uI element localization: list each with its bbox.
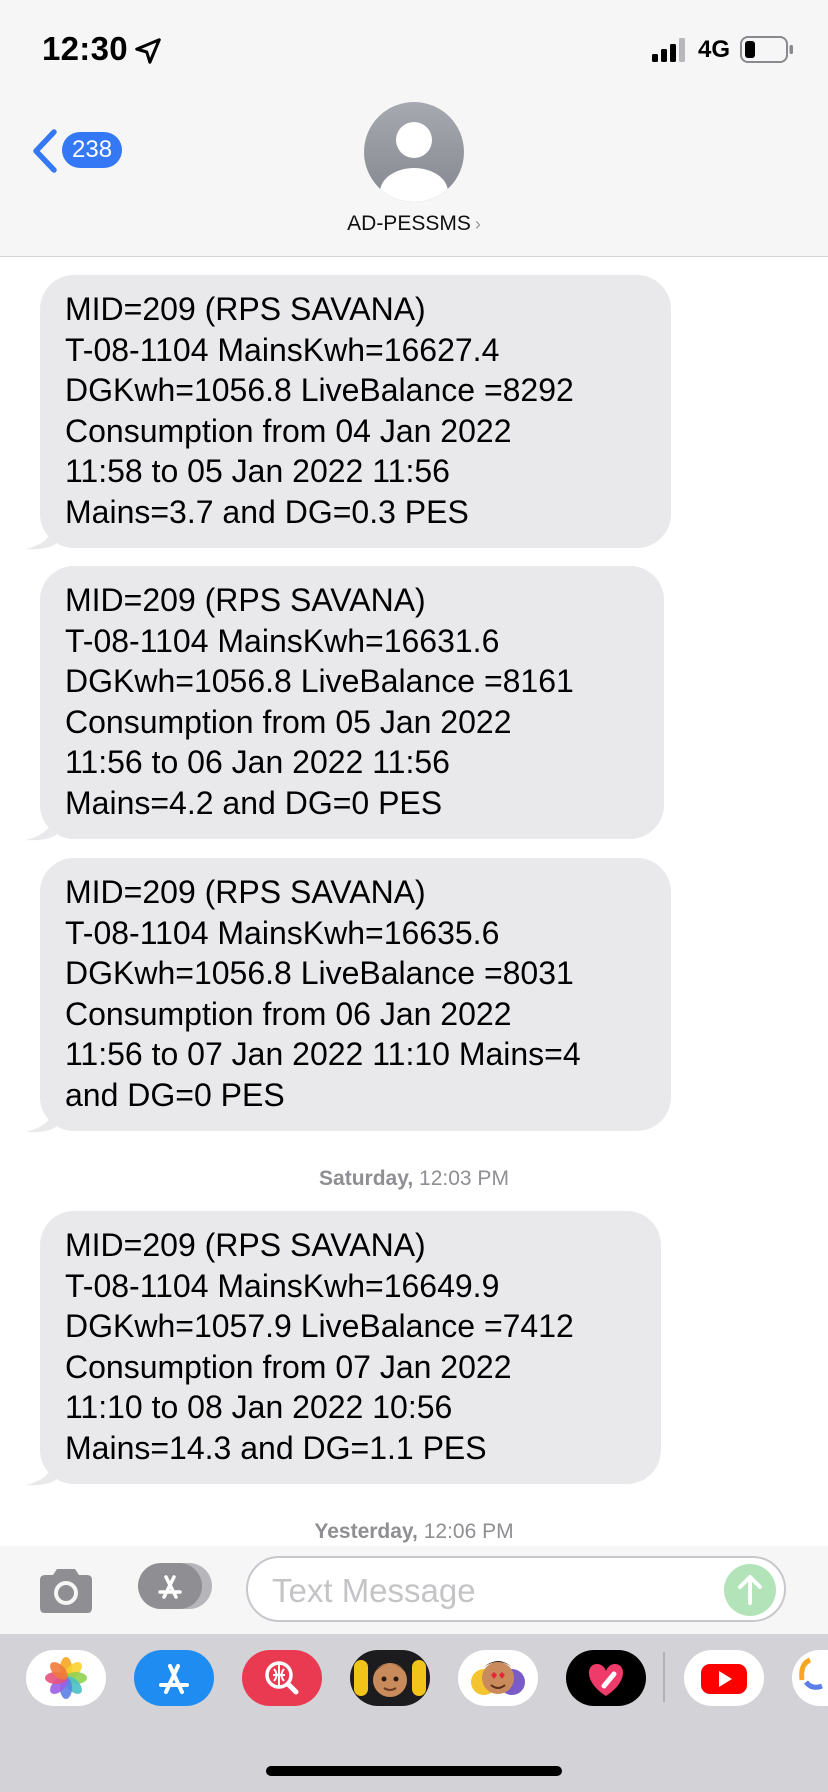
message-line: DGKwh=1056.8 LiveBalance =8292: [65, 372, 574, 408]
photos-app-icon[interactable]: [26, 1650, 106, 1706]
contact-chevron-icon: ›: [474, 214, 481, 234]
message-bubble[interactable]: MID=209 (RPS SAVANA) T-08-1104 MainsKwh=…: [26, 858, 671, 1133]
message-line: 11:58 to 05 Jan 2022 11:56: [65, 453, 450, 489]
message-line: MID=209 (RPS SAVANA): [65, 291, 426, 327]
back-button[interactable]: 238: [30, 128, 130, 174]
message-line: Mains=4.2 and DG=0 PES: [65, 784, 443, 821]
app-store-app-icon[interactable]: [134, 1650, 214, 1706]
timestamp-day: Saturday,: [319, 1167, 414, 1190]
message-line: 11:56 to 07 Jan 2022 11:10 Mains=4: [65, 1036, 581, 1072]
message-input[interactable]: Text Message: [246, 1556, 786, 1622]
message-line: Mains=3.7 and DG=0.3 PES: [65, 493, 469, 530]
message-line: DGKwh=1057.9 LiveBalance =7412: [65, 1308, 574, 1344]
home-indicator: [266, 1766, 562, 1776]
drawer-divider: [663, 1652, 665, 1702]
send-button[interactable]: [724, 1564, 776, 1616]
message-line: DGKwh=1056.8 LiveBalance =8031: [65, 955, 574, 991]
bubble-tail: [26, 520, 56, 550]
message-line: DGKwh=1056.8 LiveBalance =8161: [65, 663, 574, 699]
unread-count-badge: 238: [62, 132, 123, 168]
message-line: and DG=0 PES: [65, 1076, 285, 1113]
message-timestamp: Yesterday, 12:06 PM: [0, 1520, 828, 1544]
person-avatar-icon[interactable]: [364, 102, 464, 202]
bubble-tail: [26, 1103, 56, 1133]
timestamp-time: 12:03 PM: [419, 1167, 509, 1190]
message-line: Consumption from 07 Jan 2022: [65, 1348, 512, 1385]
contact-name[interactable]: AD-PESSMS ›: [0, 212, 828, 236]
message-line: T-08-1104 MainsKwh=16627.4: [65, 331, 500, 368]
message-line: MID=209 (RPS SAVANA): [65, 1227, 426, 1263]
message-placeholder: Text Message: [272, 1572, 476, 1609]
network-type: 4G: [698, 36, 731, 63]
message-line: T-08-1104 MainsKwh=16649.9: [65, 1267, 500, 1304]
message-line: Consumption from 06 Jan 2022: [65, 995, 512, 1032]
memoji-stickers-app-icon[interactable]: [350, 1650, 430, 1706]
web-search-app-icon[interactable]: [242, 1650, 322, 1706]
youtube-app-icon[interactable]: [684, 1650, 764, 1706]
contact-name-label: AD-PESSMS: [347, 212, 471, 235]
chevron-left-icon: [33, 129, 57, 173]
message-line: T-08-1104 MainsKwh=16635.6: [65, 914, 500, 951]
partial-app-icon[interactable]: [792, 1650, 828, 1706]
message-line: 11:10 to 08 Jan 2022 10:56: [65, 1389, 453, 1425]
message-bubble[interactable]: MID=209 (RPS SAVANA) T-08-1104 MainsKwh=…: [26, 275, 671, 550]
bubble-tail: [26, 1456, 56, 1486]
animoji-stickers-app-icon[interactable]: [458, 1650, 538, 1706]
message-line: T-08-1104 MainsKwh=16631.6: [65, 622, 500, 659]
send-arrow-up-icon: [738, 1575, 762, 1605]
message-line: MID=209 (RPS SAVANA): [65, 582, 426, 618]
message-composer: Text Message: [0, 1546, 828, 1634]
message-line: Mains=14.3 and DG=1.1 PES: [65, 1429, 487, 1466]
timestamp-time: 12:06 PM: [423, 1520, 514, 1543]
message-line: MID=209 (RPS SAVANA): [65, 874, 426, 910]
message-line: 11:56 to 06 Jan 2022 11:56: [65, 744, 450, 780]
message-line: Consumption from 05 Jan 2022: [65, 703, 512, 740]
cellular-signal-icon: [652, 38, 685, 62]
message-timestamp: Saturday, 12:03 PM: [0, 1167, 828, 1191]
location-arrow-icon: [135, 38, 161, 64]
imessage-app-drawer: [0, 1634, 828, 1792]
conversation-header: 12:30 4G 238 AD-PESSMS ›: [0, 0, 828, 257]
timestamp-day: Yesterday,: [314, 1520, 418, 1543]
battery-icon: [740, 36, 793, 63]
camera-icon[interactable]: [36, 1566, 96, 1616]
message-line: Consumption from 04 Jan 2022: [65, 412, 512, 449]
status-time: 12:30: [42, 30, 128, 67]
app-store-icon[interactable]: [138, 1562, 214, 1610]
bubble-tail: [26, 811, 56, 841]
message-bubble[interactable]: MID=209 (RPS SAVANA) T-08-1104 MainsKwh=…: [26, 1211, 661, 1486]
digital-touch-app-icon[interactable]: [566, 1650, 646, 1706]
message-bubble[interactable]: MID=209 (RPS SAVANA) T-08-1104 MainsKwh=…: [26, 566, 664, 841]
